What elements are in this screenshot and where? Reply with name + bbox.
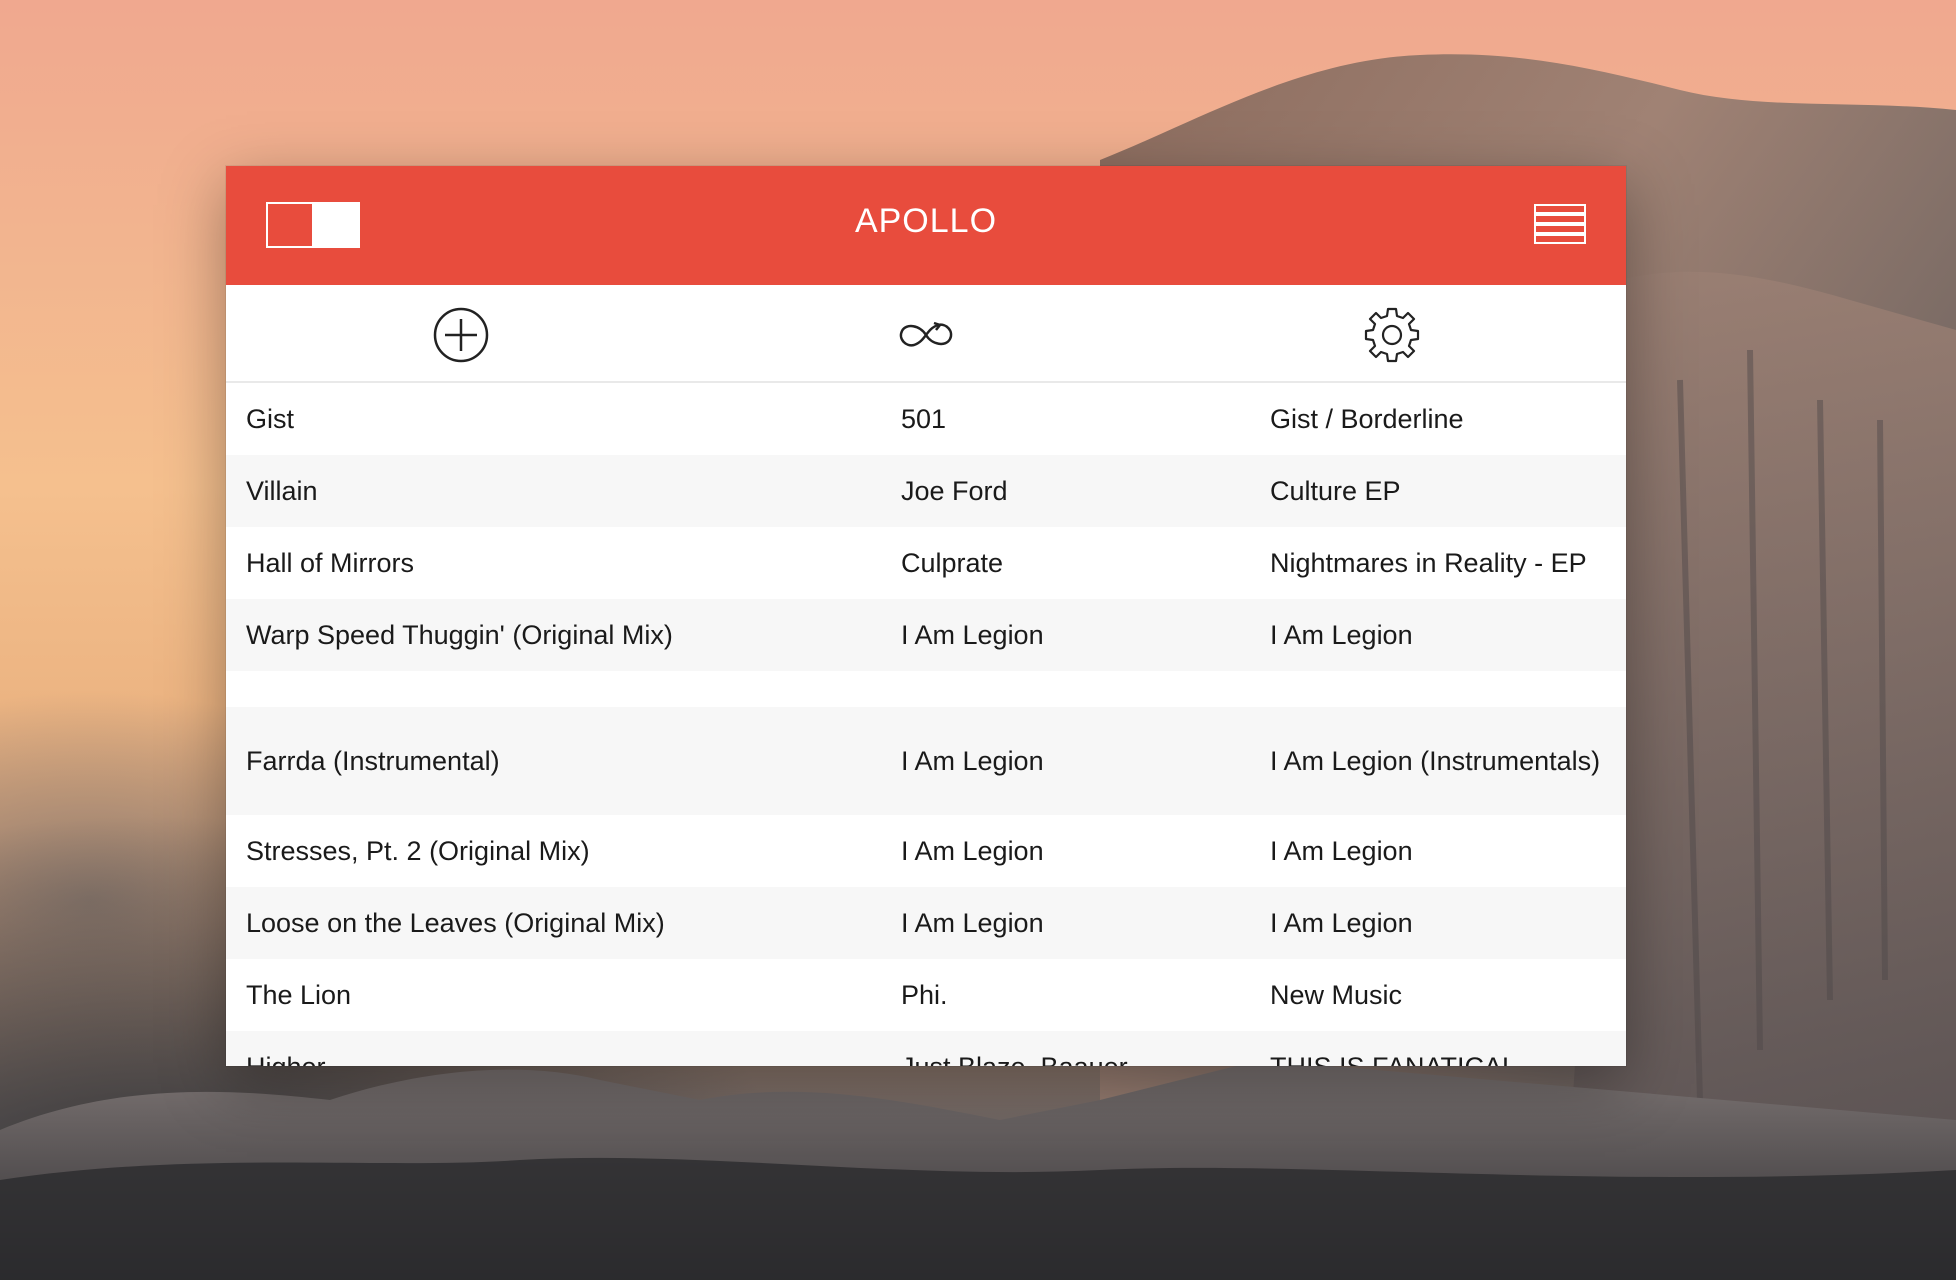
track-title: Stresses, Pt. 2 (Original Mix): [246, 836, 590, 866]
track-album: I Am Legion: [1270, 908, 1413, 938]
title-bar: APOLLO: [226, 166, 1626, 285]
toolbar: [226, 285, 1626, 383]
track-artist: Culprate: [901, 548, 1004, 578]
table-row[interactable]: Villain Joe Ford Culture EP: [226, 455, 1626, 527]
table-row[interactable]: The Lion Phi. New Music: [226, 959, 1626, 1031]
track-title: The Lion: [246, 980, 352, 1010]
table-row[interactable]: Loose on the Leaves (Original Mix) I Am …: [226, 887, 1626, 959]
infinity-loop-icon: [899, 321, 953, 347]
app-title: APOLLO: [854, 202, 998, 240]
apollo-window: APOLLO Gist 501 Gist / Borderline Villai…: [226, 166, 1626, 1066]
track-artist: Phi.: [901, 980, 948, 1010]
track-title: Gist: [246, 404, 295, 434]
track-title: Farrda (Instrumental): [246, 746, 500, 776]
track-album: Culture EP: [1270, 476, 1401, 506]
track-artist: I Am Legion: [901, 620, 1044, 650]
track-title: Higher: [246, 1049, 866, 1066]
table-row[interactable]: Higher Just Blaze, Baauer THIS IS FANATI…: [226, 1031, 1626, 1066]
table-row[interactable]: Stresses, Pt. 2 (Original Mix) I Am Legi…: [226, 815, 1626, 887]
track-artist: I Am Legion: [901, 746, 1044, 776]
gear-icon: [1364, 307, 1420, 363]
track-artist: I Am Legion: [901, 836, 1044, 866]
settings-button[interactable]: [1362, 305, 1422, 365]
table-row[interactable]: Warp Speed Thuggin' (Original Mix) I Am …: [226, 599, 1626, 671]
track-title: Hall of Mirrors: [246, 548, 415, 578]
add-button[interactable]: [431, 305, 491, 365]
track-title: Warp Speed Thuggin' (Original Mix): [246, 620, 673, 650]
track-album: I Am Legion: [1270, 620, 1413, 650]
table-row[interactable]: Hall of Mirrors Culprate Nightmares in R…: [226, 527, 1626, 599]
track-title: Villain: [246, 476, 318, 506]
track-album: THIS IS FANATICAL: [1270, 1049, 1610, 1066]
track-album: I Am Legion (Instrumentals): [1270, 746, 1601, 776]
track-album: Nightmares in Reality - EP: [1270, 548, 1587, 578]
track-artist: Joe Ford: [901, 476, 1008, 506]
hamburger-menu-icon[interactable]: [1534, 204, 1586, 244]
track-album: I Am Legion: [1270, 836, 1413, 866]
track-artist: I Am Legion: [901, 908, 1044, 938]
repeat-button[interactable]: [896, 305, 956, 365]
track-artist: 501: [901, 404, 947, 434]
track-title: Loose on the Leaves (Original Mix): [246, 908, 665, 938]
track-artist: Just Blaze, Baauer: [901, 1049, 1241, 1066]
add-circle-icon: [433, 307, 489, 363]
track-album: New Music: [1270, 980, 1403, 1010]
row-spacer: [226, 671, 1626, 707]
track-list: Gist 501 Gist / Borderline Villain Joe F…: [226, 383, 1626, 1066]
track-album: Gist / Borderline: [1270, 404, 1464, 434]
table-row[interactable]: Farrda (Instrumental) I Am Legion I Am L…: [226, 707, 1626, 815]
table-row[interactable]: Gist 501 Gist / Borderline: [226, 383, 1626, 455]
